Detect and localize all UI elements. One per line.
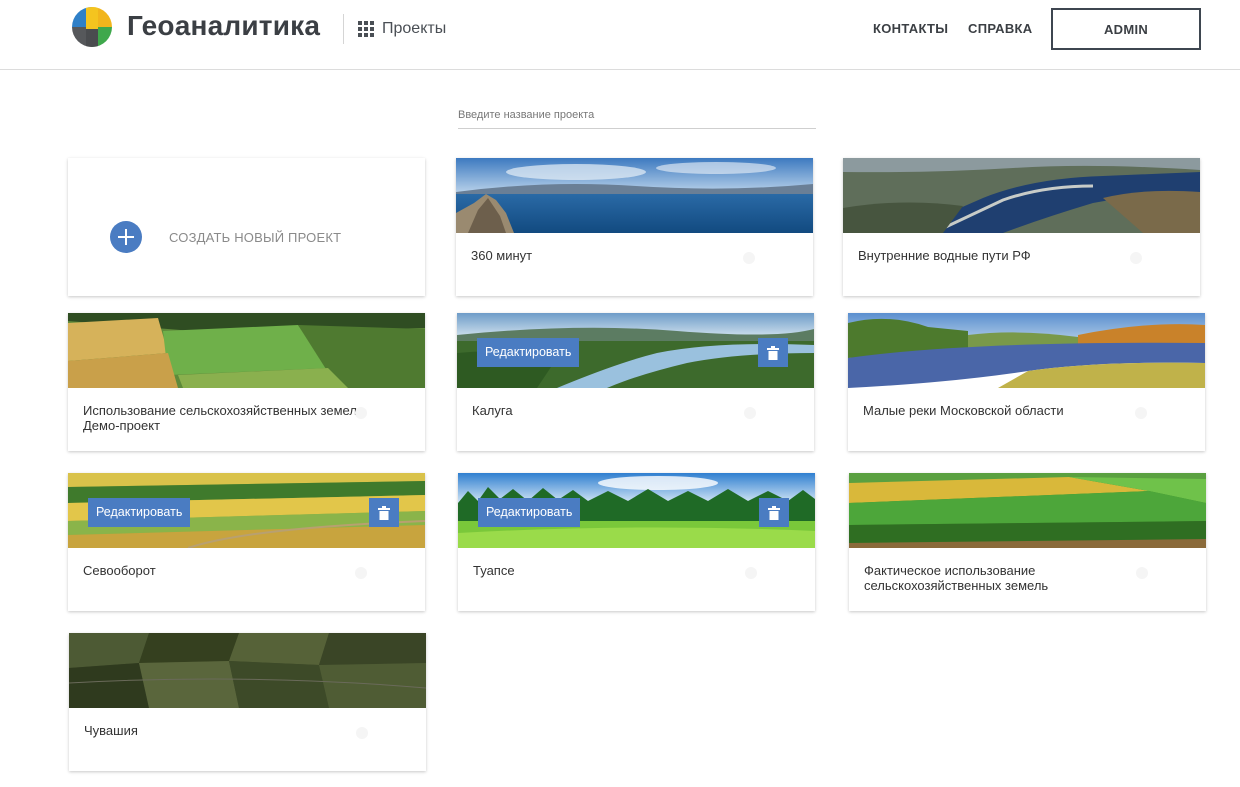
grid-icon	[358, 21, 374, 37]
trash-icon	[768, 505, 780, 520]
project-menu-dot[interactable]	[743, 252, 755, 264]
project-title: Внутренние водные пути РФ	[858, 248, 1031, 263]
brand-name[interactable]: Геоаналитика	[127, 10, 320, 42]
logo-icon[interactable]	[72, 7, 112, 47]
project-card[interactable]: Использование сельскохозяйственных земел…	[68, 313, 425, 451]
project-menu-dot[interactable]	[1130, 252, 1142, 264]
project-search-input[interactable]	[458, 102, 816, 129]
project-title: Калуга	[472, 403, 513, 418]
project-card[interactable]: Редактировать Калуга	[457, 313, 814, 451]
plus-icon	[110, 221, 142, 253]
delete-project-button[interactable]	[758, 338, 788, 367]
delete-project-button[interactable]	[369, 498, 399, 527]
project-card[interactable]: Редактировать Севооборот	[68, 473, 425, 611]
trash-icon	[378, 505, 390, 520]
project-title: Туапсе	[473, 563, 515, 578]
project-menu-dot[interactable]	[745, 567, 757, 579]
project-card[interactable]: Редактировать Туапсе	[458, 473, 815, 611]
project-thumbnail	[456, 158, 813, 233]
project-thumbnail	[848, 313, 1205, 388]
project-card[interactable]: Фактическое использование сельскохозяйст…	[849, 473, 1206, 611]
project-card[interactable]: 360 минут	[456, 158, 813, 296]
project-thumbnail	[849, 473, 1206, 548]
project-menu-dot[interactable]	[356, 727, 368, 739]
edit-project-button[interactable]: Редактировать	[478, 498, 581, 527]
nav-contacts-link[interactable]: КОНТАКТЫ	[873, 21, 948, 36]
project-title: 360 минут	[471, 248, 533, 263]
project-thumbnail	[68, 313, 425, 388]
project-title: Севооборот	[83, 563, 156, 578]
project-thumbnail	[69, 633, 426, 708]
project-card[interactable]: Малые реки Московской области	[848, 313, 1205, 451]
nav-help-link[interactable]: СПРАВКА	[968, 21, 1032, 36]
project-thumbnail	[843, 158, 1200, 233]
project-menu-dot[interactable]	[355, 567, 367, 579]
project-menu-dot[interactable]	[744, 407, 756, 419]
project-menu-dot[interactable]	[1136, 567, 1148, 579]
edit-project-button[interactable]: Редактировать	[88, 498, 191, 527]
create-project-card[interactable]: СОЗДАТЬ НОВЫЙ ПРОЕКТ	[68, 158, 425, 296]
project-title: Чувашия	[84, 723, 138, 738]
project-title: Использование сельскохозяйственных земел…	[83, 403, 368, 433]
admin-user-button[interactable]: ADMIN	[1051, 8, 1201, 50]
project-title: Фактическое использование сельскохозяйст…	[864, 563, 1049, 593]
project-card[interactable]: Чувашия	[69, 633, 426, 771]
project-title: Малые реки Московской области	[863, 403, 1064, 418]
delete-project-button[interactable]	[759, 498, 789, 527]
create-project-label: СОЗДАТЬ НОВЫЙ ПРОЕКТ	[169, 230, 342, 245]
edit-project-button[interactable]: Редактировать	[477, 338, 580, 367]
trash-icon	[767, 345, 779, 360]
projects-link[interactable]: Проекты	[358, 17, 446, 41]
project-menu-dot[interactable]	[355, 407, 367, 419]
project-menu-dot[interactable]	[1135, 407, 1147, 419]
header-divider	[343, 14, 344, 44]
project-card[interactable]: Внутренние водные пути РФ	[843, 158, 1200, 296]
projects-link-label: Проекты	[382, 20, 447, 37]
top-header: Геоаналитика Проекты КОНТАКТЫ СПРАВКА AD…	[0, 0, 1240, 70]
